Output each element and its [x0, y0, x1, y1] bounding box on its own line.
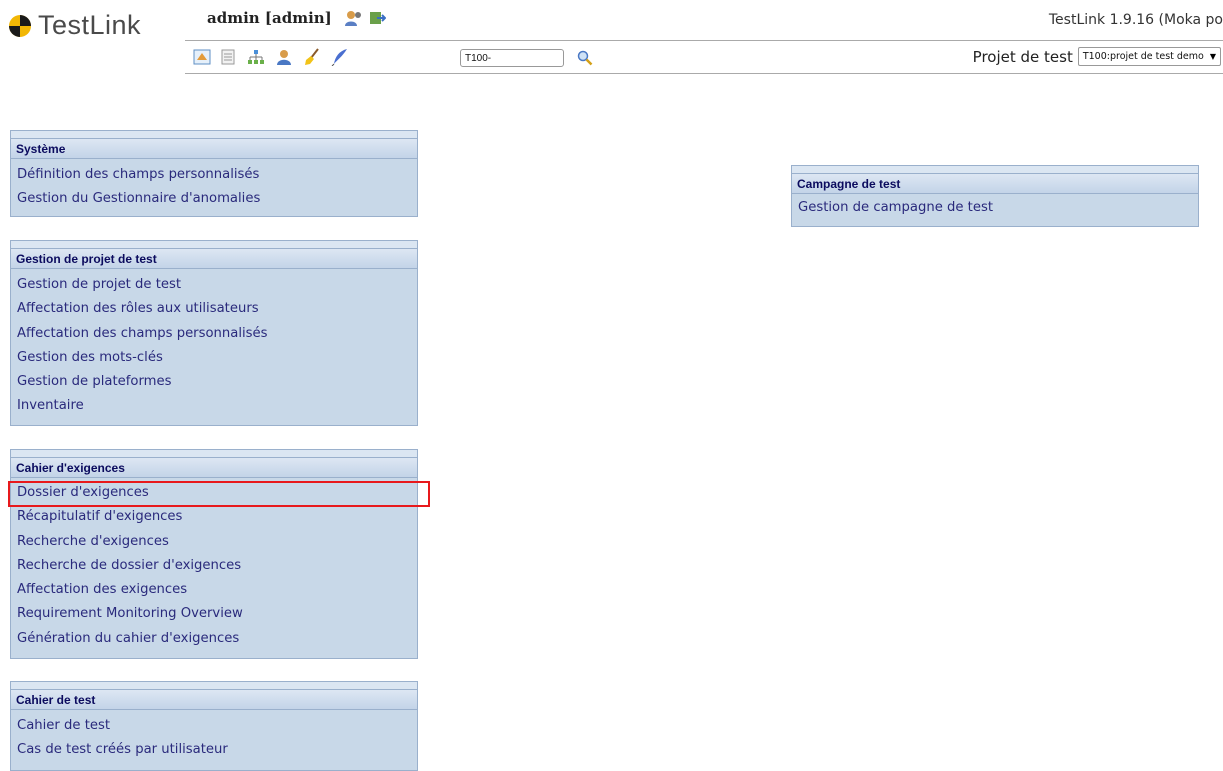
section-top-strip [792, 166, 1198, 173]
section-title: Cahier d'exigences [11, 457, 417, 478]
top-header: TestLink admin [admin] TestLink 1.9.16 (… [0, 0, 1223, 80]
section-campagne: Campagne de test Gestion de campagne de … [791, 165, 1199, 227]
section-top-strip [11, 682, 417, 689]
project-label: Projet de test [972, 47, 1073, 66]
link-test-plan-management[interactable]: Gestion de campagne de test [792, 196, 1198, 220]
chevron-down-icon: ▼ [1209, 52, 1216, 61]
testlink-logo[interactable]: TestLink [8, 10, 141, 41]
link-keywords-management[interactable]: Gestion des mots-clés [11, 346, 417, 370]
logo-mark-icon [9, 14, 31, 37]
section-gestion-projet: Gestion de projet de test Gestion de pro… [10, 240, 418, 426]
link-custom-fields-assignment[interactable]: Affectation des champs personnalisés [11, 322, 417, 346]
tree-icon[interactable] [247, 48, 265, 66]
link-bug-tracker-management[interactable]: Gestion du Gestionnaire d'anomalies [11, 187, 417, 211]
link-test-specification[interactable]: Cahier de test [11, 714, 417, 738]
link-requirements-assignment[interactable]: Affectation des exigences [11, 578, 417, 602]
section-systeme: Système Définition des champs personnali… [10, 130, 418, 217]
user-settings-icon[interactable] [344, 9, 362, 27]
section-cahier-exigences: Cahier d'exigences Dossier d'exigences R… [10, 449, 418, 659]
link-list: Gestion de projet de test Affectation de… [11, 269, 417, 419]
section-top-strip [11, 241, 417, 248]
section-title: Gestion de projet de test [11, 248, 417, 269]
search-icon[interactable] [577, 50, 593, 66]
project-select[interactable]: T100:projet de test demo ▼ [1077, 47, 1221, 66]
link-custom-fields-definition[interactable]: Définition des champs personnalisés [11, 163, 417, 187]
version-label: TestLink 1.9.16 (Moka po [1048, 12, 1223, 28]
project-select-value: T100:projet de test demo [1082, 51, 1204, 62]
link-platforms-management[interactable]: Gestion de plateformes [11, 370, 417, 394]
link-test-cases-created-per-user[interactable]: Cas de test créés par utilisateur [11, 738, 417, 762]
link-requirements-overview[interactable]: Récapitulatif d'exigences [11, 505, 417, 529]
section-top-strip [11, 131, 417, 138]
feather-icon[interactable] [331, 48, 349, 66]
link-inventory[interactable]: Inventaire [11, 394, 417, 418]
user-label: admin [admin] [207, 9, 332, 27]
user-area: admin [admin] [207, 9, 386, 27]
link-requirement-monitoring-overview[interactable]: Requirement Monitoring Overview [11, 602, 417, 626]
link-list: Définition des champs personnalisés Gest… [11, 159, 417, 212]
desktop-icon[interactable] [193, 48, 211, 66]
link-list: Gestion de campagne de test [792, 194, 1198, 220]
test-case-search-input[interactable] [460, 49, 564, 67]
link-requirement-spec-search[interactable]: Recherche de dossier d'exigences [11, 554, 417, 578]
section-title: Système [11, 138, 417, 159]
specification-icon[interactable] [219, 48, 237, 66]
toolbar: Projet de test T100:projet de test demo … [185, 40, 1223, 74]
link-requirements-document-generation[interactable]: Génération du cahier d'exigences [11, 627, 417, 651]
section-top-strip [11, 450, 417, 457]
section-title: Campagne de test [792, 173, 1198, 194]
section-cahier-test: Cahier de test Cahier de test Cas de tes… [10, 681, 418, 771]
logout-icon[interactable] [368, 9, 386, 27]
link-list: Dossier d'exigences Récapitulatif d'exig… [11, 478, 417, 651]
section-title: Cahier de test [11, 689, 417, 710]
link-test-project-management[interactable]: Gestion de projet de test [11, 273, 417, 297]
link-list: Cahier de test Cas de test créés par uti… [11, 710, 417, 763]
link-requirements-search[interactable]: Recherche d'exigences [11, 530, 417, 554]
link-requirement-specification[interactable]: Dossier d'exigences [11, 481, 417, 505]
user-icon[interactable] [275, 48, 293, 66]
broom-icon[interactable] [303, 48, 321, 66]
link-user-role-assignment[interactable]: Affectation des rôles aux utilisateurs [11, 297, 417, 321]
project-selector-area: Projet de test T100:projet de test demo … [973, 47, 1221, 66]
logo-text: TestLink [38, 10, 142, 40]
